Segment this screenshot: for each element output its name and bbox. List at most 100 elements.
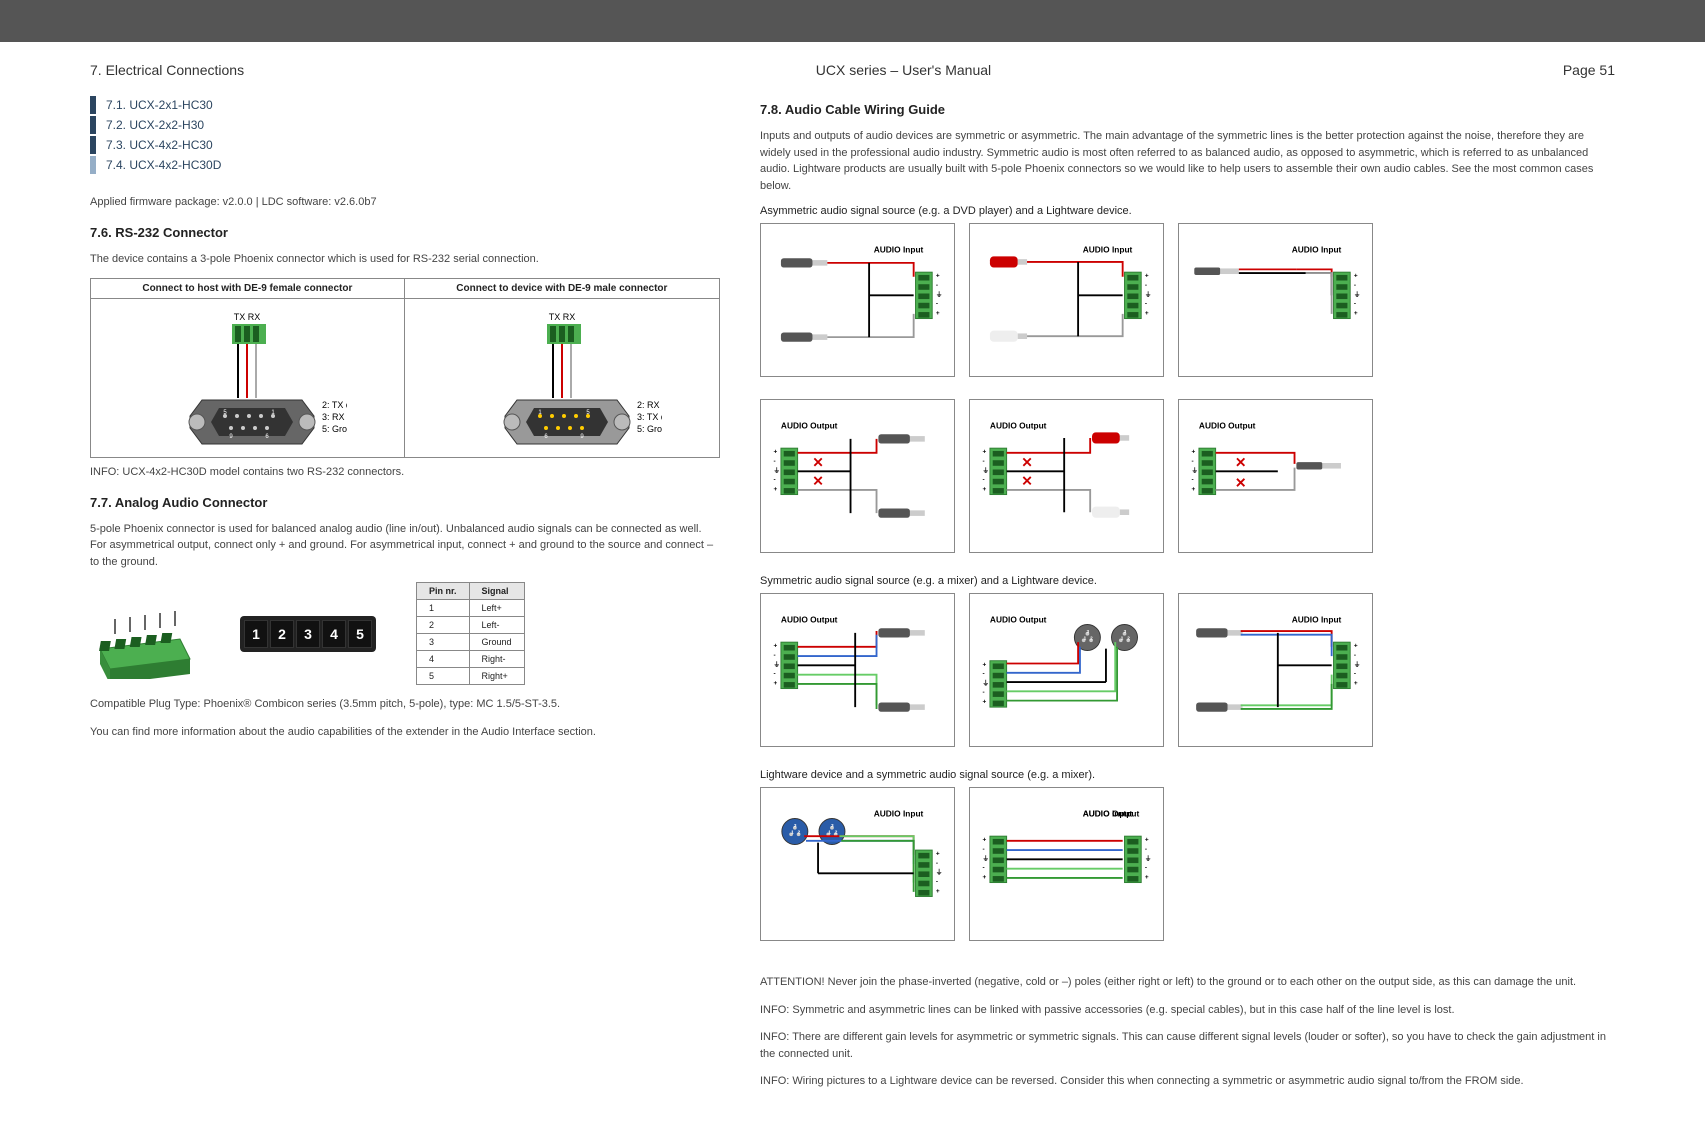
svg-text:2: RX data: 2: RX data [637, 400, 662, 410]
toc-item[interactable]: 7.4. UCX-4x2-HC30D [90, 156, 720, 174]
svg-text:+: + [936, 851, 940, 858]
rs232-intro: The device contains a 3-pole Phoenix con… [90, 251, 720, 268]
svg-text:+: + [1354, 310, 1358, 317]
rs232-diagram-a: TX RX [99, 303, 396, 453]
svg-text:-: - [982, 477, 984, 484]
svg-text:3: 3 [794, 823, 797, 828]
svg-text:+: + [773, 486, 777, 493]
window-titlebar [0, 0, 1705, 42]
svg-text:2: 2 [1090, 635, 1093, 640]
svg-text:AUDIO Output: AUDIO Output [781, 615, 838, 625]
wiring-intro: Inputs and outputs of audio devices are … [760, 128, 1615, 194]
svg-text:AUDIO Output: AUDIO Output [1199, 421, 1256, 431]
svg-text:⏚: ⏚ [1354, 660, 1360, 668]
svg-text:1: 1 [791, 829, 794, 834]
manual-title: UCX series – User's Manual [816, 62, 991, 78]
wiring-info2: INFO: Symmetric and asymmetric lines can… [760, 1002, 1615, 1019]
svg-text:2: TX data: 2: TX data [322, 400, 347, 410]
svg-text:⏚: ⏚ [1354, 290, 1360, 298]
svg-text:-: - [1145, 301, 1147, 308]
svg-text:AUDIO Input: AUDIO Input [1292, 615, 1342, 625]
svg-text:-: - [1145, 282, 1147, 289]
svg-text:3: TX data: 3: TX data [637, 412, 662, 422]
svg-text:⏚: ⏚ [936, 868, 942, 876]
svg-text:+: + [1145, 874, 1149, 881]
toc-item[interactable]: 7.2. UCX-2x2-H30 [90, 116, 720, 134]
svg-text:-: - [982, 846, 984, 853]
svg-text:AUDIO Input: AUDIO Input [874, 809, 924, 819]
svg-text:+: + [1145, 273, 1149, 280]
svg-text:AUDIO Output: AUDIO Output [990, 421, 1047, 431]
pin-table: Pin nr.Signal 1Left+ 2Left- 3Ground 4Rig… [416, 582, 525, 685]
rs232-th2: Connect to device with DE-9 male connect… [404, 279, 719, 299]
svg-text:-: - [773, 652, 775, 659]
svg-text:3: RX data: 3: RX data [322, 412, 347, 422]
toc-item[interactable]: 7.3. UCX-4x2-HC30 [90, 136, 720, 154]
svg-text:⏚: ⏚ [773, 466, 779, 474]
toc-item[interactable]: 7.1. UCX-2x1-HC30 [90, 96, 720, 114]
svg-text:-: - [1191, 477, 1193, 484]
plug-caption: Compatible Plug Type: Phoenix® Combicon … [90, 696, 720, 713]
svg-text:2: 2 [798, 829, 801, 834]
rs232-diagram-b: TX RX 1 [413, 303, 711, 453]
audio-warn: You can find more information about the … [90, 724, 720, 741]
svg-text:AUDIO Output: AUDIO Output [781, 421, 838, 431]
svg-text:+: + [982, 661, 986, 668]
phoenix-3d-icon [90, 589, 200, 679]
wiring-diagram-card: AUDIO Output+-⏚-+123123 [969, 593, 1164, 747]
svg-text:-: - [773, 458, 775, 465]
svg-text:2: 2 [835, 829, 838, 834]
svg-text:-: - [936, 860, 938, 867]
rs232-info: INFO: UCX-4x2-HC30D model contains two R… [90, 464, 720, 481]
wiring-diagram-card: AUDIO Input+-⏚-+ [1178, 593, 1373, 747]
section-heading-wiring: 7.8. Audio Cable Wiring Guide [760, 102, 1615, 117]
mini-toc: 7.1. UCX-2x1-HC30 7.2. UCX-2x2-H30 7.3. … [90, 96, 720, 174]
svg-text:TX RX: TX RX [234, 312, 261, 322]
wiring-diagram-card: AUDIO OutputAUDIO Input+-⏚-++-⏚-+ [969, 787, 1164, 941]
breadcrumb: 7. Electrical Connections [90, 62, 244, 78]
wiring-diagram-card: AUDIO Input+-⏚-+ [760, 223, 955, 377]
page-number: Page 51 [1563, 62, 1615, 78]
svg-text:5: Ground: 5: Ground [322, 424, 347, 434]
svg-text:-: - [1191, 458, 1193, 465]
svg-text:+: + [982, 874, 986, 881]
svg-text:AUDIO Input: AUDIO Input [1083, 809, 1133, 819]
svg-text:3: 3 [1086, 629, 1089, 634]
wiring-attention: ATTENTION! Never join the phase-inverted… [760, 974, 1615, 991]
svg-text:+: + [982, 449, 986, 456]
wiring-diagram-card: AUDIO Input123123+-⏚-+ [760, 787, 955, 941]
svg-text:+: + [1191, 449, 1195, 456]
svg-text:-: - [936, 282, 938, 289]
svg-text:AUDIO Input: AUDIO Input [1083, 245, 1133, 255]
svg-text:2: 2 [1127, 635, 1130, 640]
svg-text:+: + [982, 837, 986, 844]
svg-text:⏚: ⏚ [1145, 854, 1151, 862]
section-heading-audio: 7.7. Analog Audio Connector [90, 495, 720, 510]
firmware-line: Applied firmware package: v2.0.0 | LDC s… [90, 194, 720, 211]
svg-text:TX RX: TX RX [549, 312, 576, 322]
svg-text:-: - [1145, 846, 1147, 853]
svg-text:+: + [1354, 643, 1358, 650]
wiring-diagram-card: AUDIO Output+-⏚-+ [760, 593, 955, 747]
wiring-sub-c: Lightware device and a symmetric audio s… [760, 769, 1615, 781]
svg-text:+: + [773, 449, 777, 456]
pin-number-strip: 1 2 3 4 5 [240, 616, 376, 652]
svg-text:-: - [1145, 865, 1147, 872]
svg-text:AUDIO Input: AUDIO Input [874, 245, 924, 255]
svg-text:+: + [936, 888, 940, 895]
svg-text:-: - [1354, 301, 1356, 308]
svg-text:AUDIO Input: AUDIO Input [1292, 245, 1342, 255]
svg-text:⏚: ⏚ [982, 679, 988, 687]
audio-intro: 5-pole Phoenix connector is used for bal… [90, 521, 720, 571]
wiring-info4: INFO: Wiring pictures to a Lightware dev… [760, 1073, 1615, 1090]
svg-text:⏚: ⏚ [1145, 290, 1151, 298]
svg-text:+: + [1191, 486, 1195, 493]
svg-text:-: - [773, 671, 775, 678]
svg-text:1: 1 [828, 829, 831, 834]
svg-text:-: - [1354, 671, 1356, 678]
wiring-diagram-card: AUDIO Output+-⏚-+ [1178, 399, 1373, 553]
svg-text:⏚: ⏚ [936, 290, 942, 298]
svg-text:+: + [982, 698, 986, 705]
svg-text:-: - [982, 671, 984, 678]
svg-text:⏚: ⏚ [1191, 466, 1197, 474]
